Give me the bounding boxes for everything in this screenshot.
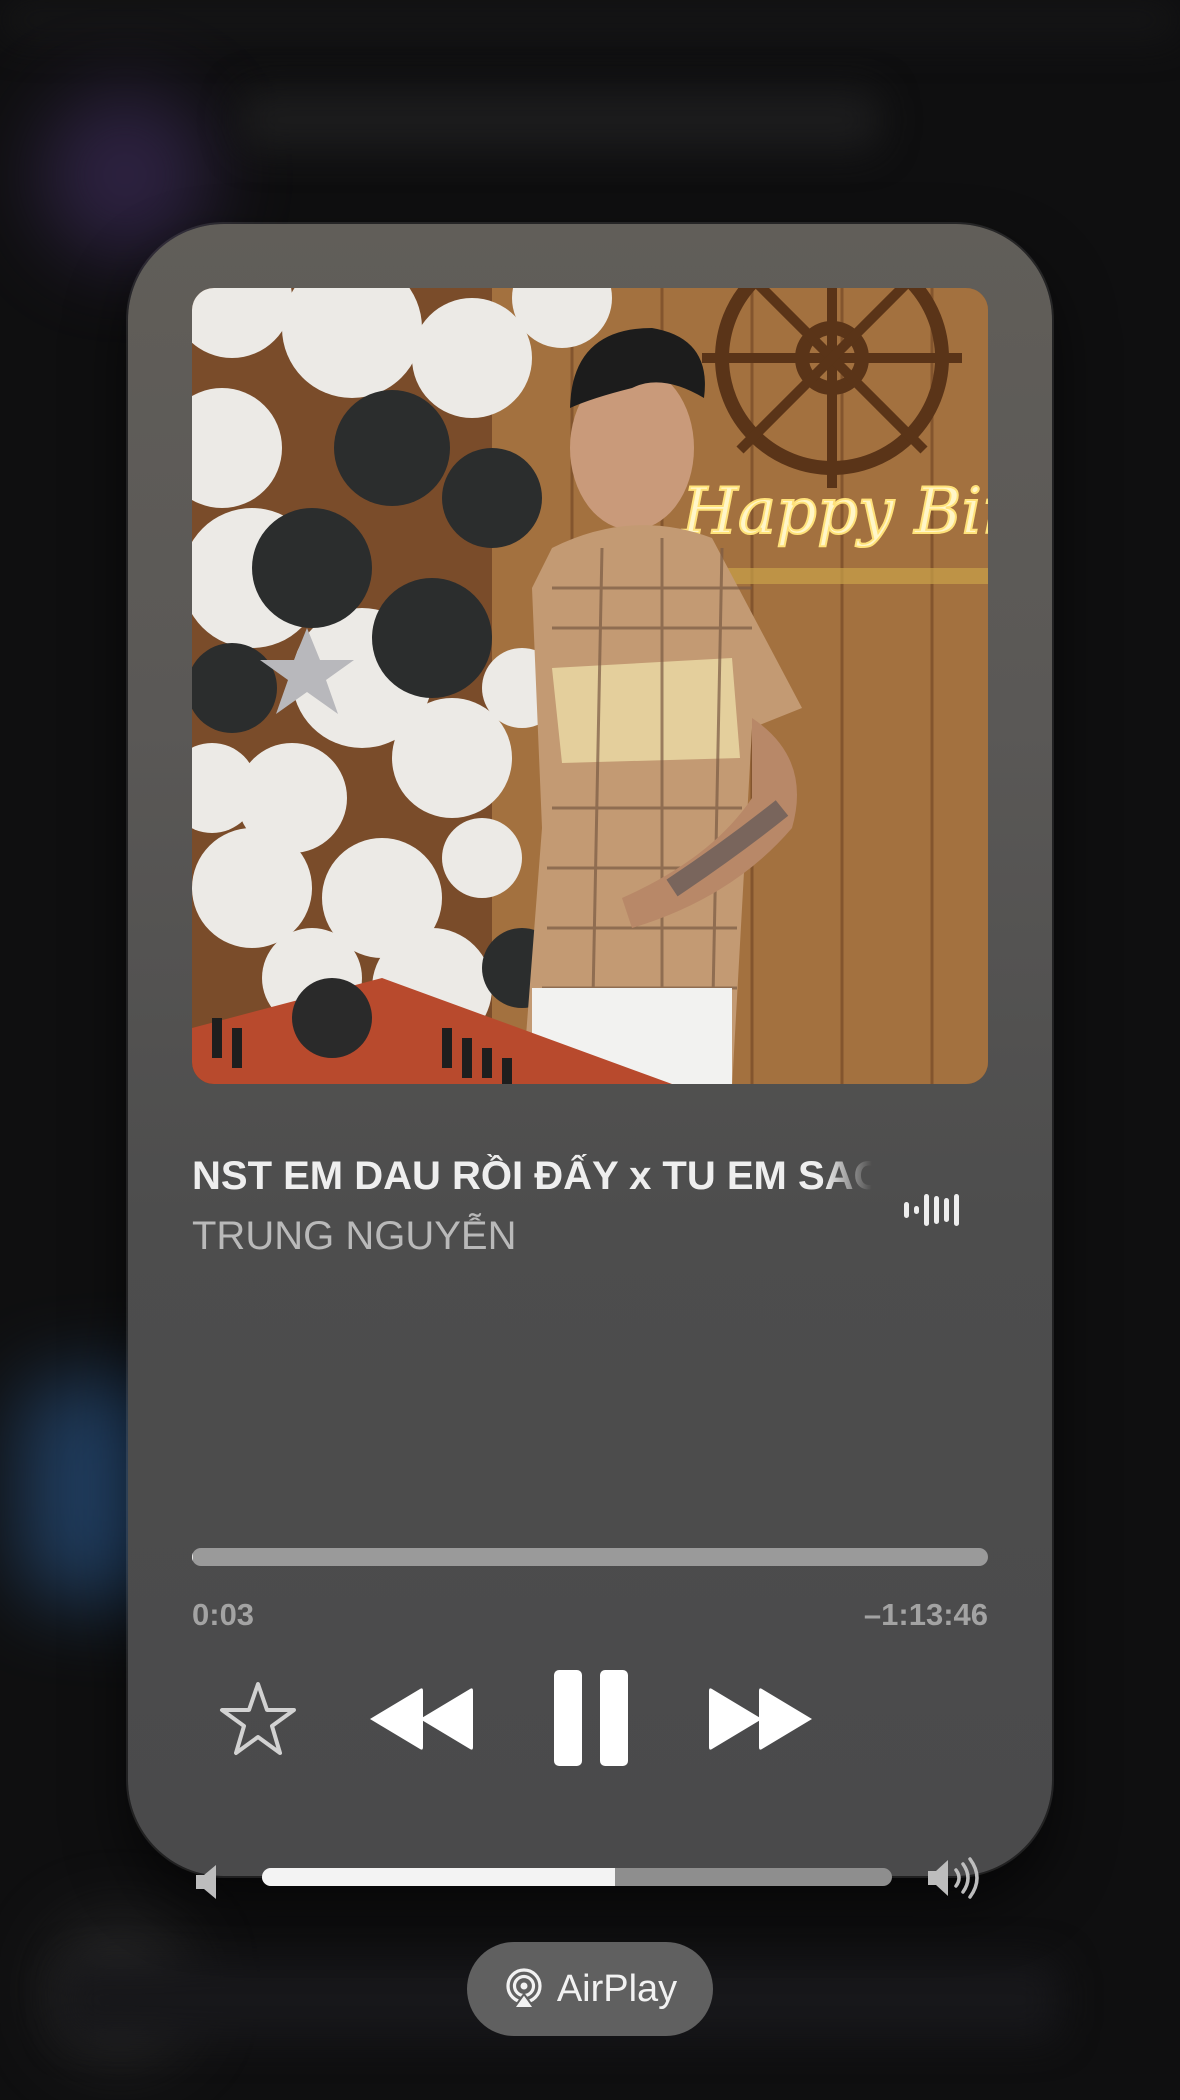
airplay-label: AirPlay: [556, 1967, 678, 2010]
blurred-row: [240, 90, 880, 150]
playback-progress-fill: [192, 1548, 193, 1566]
pause-button[interactable]: [552, 1668, 630, 1768]
now-playing-card: Happy Birth: [128, 224, 1052, 2036]
rewind-button[interactable]: [366, 1686, 476, 1752]
track-title: NST EM DAU RỒI ĐẤY x TU EM SAO: [192, 1154, 872, 1198]
neon-sign-text: Happy Birth: [681, 475, 988, 549]
track-artist[interactable]: TRUNG NGUYỄN: [192, 1214, 516, 1259]
fast-forward-button[interactable]: [706, 1686, 816, 1752]
airplay-button[interactable]: AirPlay: [467, 1942, 713, 2036]
waveform-icon: [904, 1194, 959, 1226]
favorite-star-button[interactable]: [218, 1680, 298, 1758]
volume-low-icon: [196, 1865, 216, 1899]
blurred-status-bar: [0, 0, 1180, 40]
playback-scrubber[interactable]: [192, 1548, 988, 1566]
volume-slider-fill: [262, 1868, 615, 1886]
album-artwork: Happy Birth: [192, 288, 988, 1084]
airplay-icon: [506, 1968, 542, 2009]
volume-high-icon: [928, 1857, 979, 1899]
volume-slider[interactable]: [262, 1868, 892, 1886]
remaining-time: –1:13:46: [863, 1597, 988, 1632]
elapsed-time: 0:03: [192, 1597, 255, 1632]
